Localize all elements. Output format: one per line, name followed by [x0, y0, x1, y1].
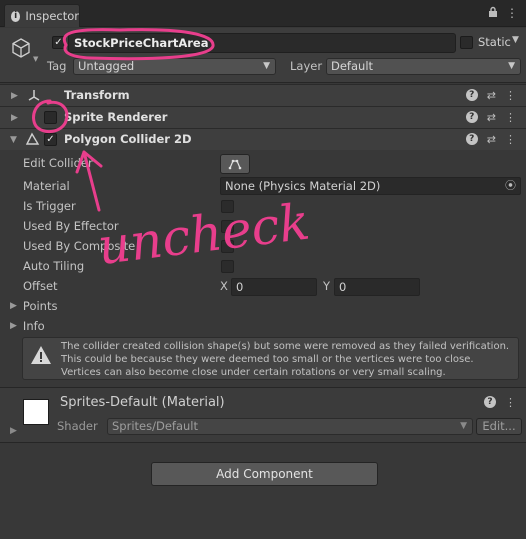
shader-dropdown[interactable]: Sprites/Default ▼ [107, 418, 473, 435]
sliders-icon[interactable]: ⇄ [487, 133, 496, 146]
sprite-renderer-title: Sprite Renderer [64, 110, 168, 124]
static-checkbox[interactable] [460, 36, 473, 49]
info-icon: i [11, 10, 21, 22]
help-icon[interactable]: ? [484, 396, 496, 408]
edit-shape-icon [228, 159, 242, 170]
cube-icon[interactable] [10, 37, 32, 62]
kebab-menu-icon[interactable]: ⋮ [505, 89, 516, 102]
shader-edit-button[interactable]: Edit... [476, 418, 522, 435]
sliders-icon[interactable]: ⇄ [487, 89, 496, 102]
auto-tiling-checkbox[interactable] [221, 260, 234, 273]
kebab-menu-icon[interactable]: ⋮ [505, 396, 516, 409]
foldout-arrow-icon: ▶ [10, 301, 17, 311]
foldout-arrow-icon[interactable]: ▶ [11, 113, 18, 123]
info-label: Info [22, 319, 45, 333]
material-swatch[interactable] [23, 399, 49, 425]
points-foldout[interactable]: ▶ Points [10, 299, 57, 313]
material-title: Sprites-Default (Material) [60, 395, 225, 410]
tag-dropdown[interactable]: Untagged ▼ [73, 58, 276, 75]
foldout-arrow-icon[interactable]: ▼ [10, 135, 17, 145]
help-icon[interactable]: ? [465, 133, 478, 145]
offset-y-input[interactable]: 0 [334, 278, 420, 296]
help-icon[interactable]: ? [465, 89, 478, 101]
info-foldout[interactable]: ▶ Info [10, 319, 45, 333]
chevron-down-icon: ▼ [263, 61, 270, 71]
gameobject-name-input[interactable]: StockPriceChartArea [68, 33, 456, 53]
shader-label: Shader [57, 419, 98, 433]
inspector-tab[interactable]: i Inspector [4, 4, 80, 27]
shader-edit-label: Edit... [482, 419, 516, 433]
foldout-arrow-icon: ▶ [10, 321, 17, 331]
active-checkbox[interactable]: ✓ [52, 36, 65, 49]
inspector-tab-bar: i Inspector ⋮ [0, 0, 526, 27]
is-trigger-label: Is Trigger [23, 199, 76, 213]
foldout-arrow-icon[interactable]: ▶ [10, 426, 17, 436]
kebab-menu-icon[interactable]: ⋮ [506, 6, 518, 21]
offset-label: Offset [23, 279, 58, 293]
chevron-down-icon: ▼ [460, 421, 467, 431]
inspector-tab-label: Inspector [25, 9, 79, 23]
transform-component-header[interactable]: ▶ Transform ? ⇄ ⋮ [0, 84, 526, 106]
collider-warning-box: The collider created collision shape(s) … [22, 337, 519, 380]
offset-y-label: Y [323, 279, 331, 293]
polygon-collider-enabled-checkbox[interactable]: ✓ [44, 133, 57, 146]
shader-value: Sprites/Default [112, 419, 198, 433]
material-label: Material [23, 179, 70, 193]
material-value: None (Physics Material 2D) [225, 179, 381, 193]
component-actions: ? ⇄ ⋮ [465, 111, 516, 124]
gameobject-name-value: StockPriceChartArea [74, 36, 209, 50]
polygon-collider-title: Polygon Collider 2D [64, 132, 192, 146]
layer-dropdown[interactable]: Default ▼ [326, 58, 521, 75]
sprite-renderer-enabled-checkbox[interactable] [44, 111, 57, 124]
layer-label: Layer [290, 59, 323, 73]
points-label: Points [22, 299, 58, 313]
material-object-field[interactable]: None (Physics Material 2D) ⦿ [220, 177, 521, 195]
layer-value: Default [331, 59, 374, 73]
polygon-collider-icon [25, 132, 40, 149]
material-actions: ? ⋮ [484, 396, 516, 409]
sliders-icon[interactable]: ⇄ [487, 111, 496, 124]
uncheck-annotation-text: uncheck [95, 193, 313, 276]
used-by-composite-label: Used By Composite [23, 239, 136, 253]
object-picker-icon[interactable]: ⦿ [505, 178, 516, 194]
used-by-effector-checkbox[interactable] [221, 220, 234, 233]
kebab-menu-icon[interactable]: ⋮ [505, 111, 516, 124]
add-component-label: Add Component [216, 467, 313, 481]
foldout-arrow-icon[interactable]: ▶ [11, 91, 18, 101]
offset-x-value: 0 [236, 280, 244, 294]
is-trigger-checkbox[interactable] [221, 200, 234, 213]
transform-title: Transform [64, 88, 130, 102]
auto-tiling-label: Auto Tiling [23, 259, 85, 273]
offset-y-value: 0 [339, 280, 347, 294]
component-actions: ? ⇄ ⋮ [465, 133, 516, 146]
tag-value: Untagged [78, 59, 135, 73]
warning-text: The collider created collision shape(s) … [61, 341, 510, 378]
component-actions: ? ⇄ ⋮ [465, 89, 516, 102]
chevron-down-icon[interactable]: ▼ [33, 55, 38, 63]
sprite-renderer-component-header[interactable]: ▶ Sprite Renderer ? ⇄ ⋮ [0, 106, 526, 128]
warning-icon [30, 345, 52, 368]
edit-collider-label: Edit Collider [23, 156, 93, 170]
chevron-down-icon: ▼ [508, 61, 515, 71]
material-preview-section: Sprites-Default (Material) ▶ Shader Spri… [0, 387, 526, 443]
tab-actions: ⋮ [488, 6, 518, 21]
used-by-composite-checkbox[interactable] [221, 240, 234, 253]
transform-axes-icon [27, 88, 41, 105]
static-label: Static [478, 35, 511, 49]
offset-x-input[interactable]: 0 [231, 278, 317, 296]
kebab-menu-icon[interactable]: ⋮ [505, 133, 516, 146]
polygon-collider-component-header[interactable]: ▼ ✓ Polygon Collider 2D ? ⇄ ⋮ [0, 128, 526, 150]
tag-label: Tag [47, 59, 67, 73]
used-by-effector-label: Used By Effector [23, 219, 119, 233]
offset-x-label: X [220, 279, 228, 293]
lock-icon[interactable] [488, 6, 498, 21]
add-component-button[interactable]: Add Component [151, 462, 378, 486]
help-icon[interactable]: ? [465, 111, 478, 123]
static-dropdown-icon[interactable]: ▼ [512, 35, 519, 45]
edit-collider-button[interactable] [220, 154, 250, 174]
